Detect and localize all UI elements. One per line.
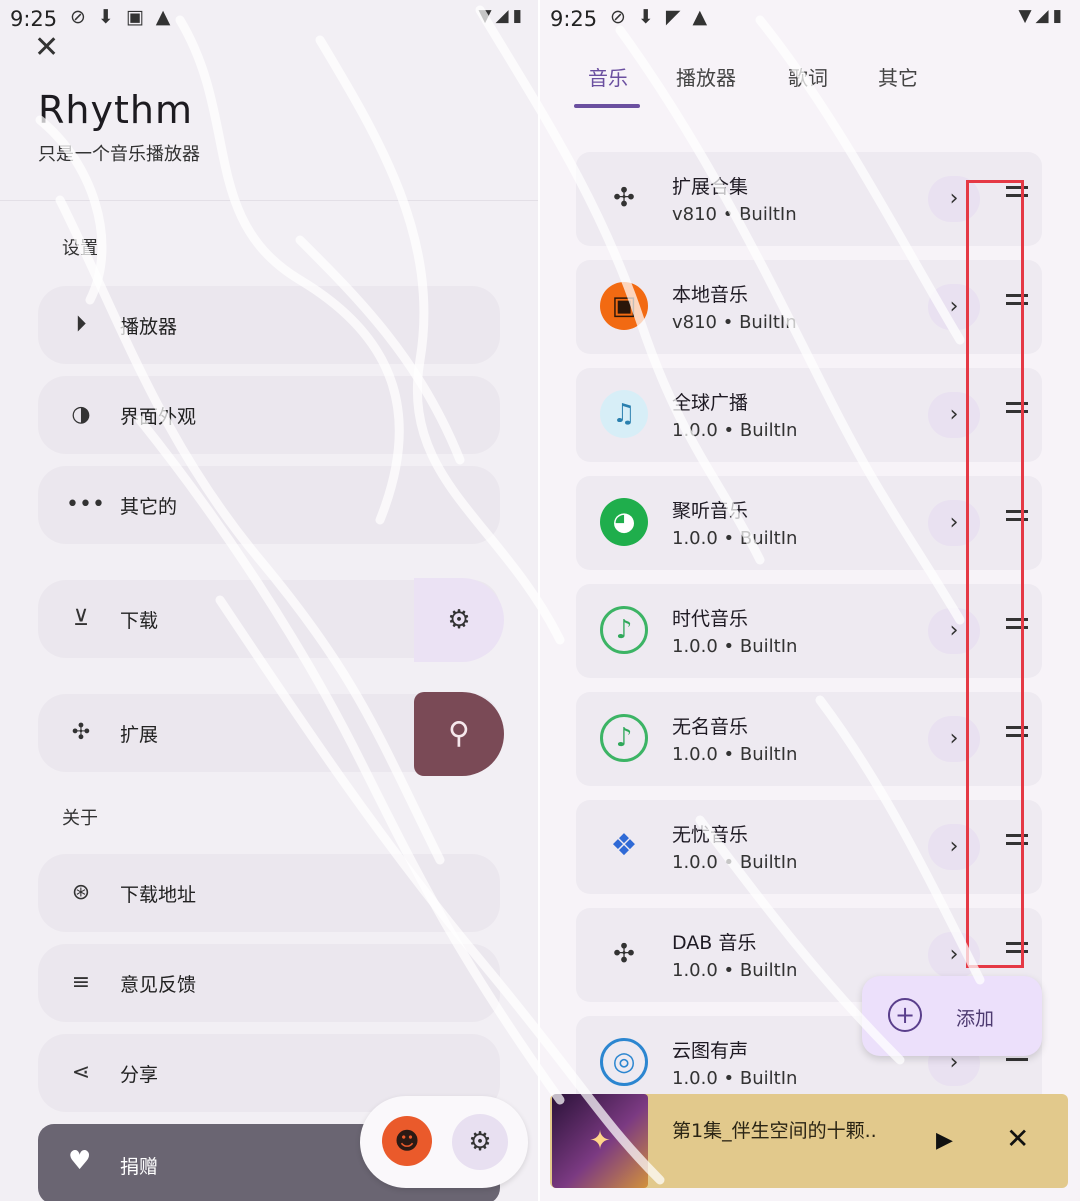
extension-name: DAB 音乐 <box>672 932 757 954</box>
play-icon[interactable]: ▶ <box>936 1128 953 1153</box>
music-note-circle-icon: ♪ <box>600 714 648 762</box>
extension-name: 聚听音乐 <box>672 500 749 522</box>
menu-item-appearance[interactable]: ◑ 界面外观 <box>38 376 500 454</box>
now-playing-title: 第1集_伴生空间的十颗.. <box>672 1120 877 1142</box>
download-circle-icon: ⊻ <box>72 606 90 631</box>
extension-search-icon[interactable]: ⚲ <box>414 692 504 776</box>
close-icon[interactable]: ✕ <box>1006 1122 1029 1155</box>
section-about: 关于 <box>62 808 98 829</box>
extension-meta: v810 • BuiltIn <box>672 312 797 333</box>
status-time: 9:25 <box>10 7 58 31</box>
extension-name: 扩展合集 <box>672 176 749 198</box>
extension-name: 云图有声 <box>672 1040 749 1062</box>
status-notification-icons: ⊘⬇◤▲ <box>610 6 720 28</box>
extensions-panel: 9:25 ⊘⬇◤▲ ▼◢▮ 音乐 播放器 歌词 其它 ✣ 扩展合集 v810 •… <box>540 0 1080 1201</box>
menu-item-label: 分享 <box>120 1064 159 1086</box>
puzzle-icon: ✣ <box>613 939 635 969</box>
play-circle-icon: ⏵ <box>75 312 87 337</box>
menu-item-label: 扩展 <box>120 724 159 746</box>
donate-label: 捐赠 <box>120 1156 159 1178</box>
tab-lyrics[interactable]: 歌词 <box>788 62 828 91</box>
puzzle-icon: ✣ <box>613 183 635 213</box>
drag-handles-highlight <box>966 180 1024 968</box>
listen-music-icon: ◕ <box>600 498 648 546</box>
extension-meta: v810 • BuiltIn <box>672 204 797 225</box>
app-title: Rhythm <box>38 88 193 132</box>
extension-meta: 1.0.0 • BuiltIn <box>672 960 798 981</box>
extension-meta: 1.0.0 • BuiltIn <box>672 420 798 441</box>
menu-item-label: 界面外观 <box>120 406 197 428</box>
feedback-edit-icon: ≡ <box>71 970 91 995</box>
extension-name: 本地音乐 <box>672 284 749 306</box>
status-system-icons: ▼◢▮ <box>1018 6 1066 26</box>
knot-icon: ❖ <box>610 828 638 863</box>
menu-item-label: 其它的 <box>120 496 178 518</box>
status-bar: 9:25 ⊘⬇▣▲ ▼◢▮ <box>0 0 540 38</box>
tab-music[interactable]: 音乐 <box>588 62 628 91</box>
menu-item-label: 下载地址 <box>120 884 197 906</box>
settings-drawer: 9:25 ⊘⬇▣▲ ▼◢▮ ✕ Rhythm 只是一个音乐播放器 设置 ⏵ 播放… <box>0 0 540 1201</box>
extension-meta: 1.0.0 • BuiltIn <box>672 528 798 549</box>
extension-name: 无名音乐 <box>672 716 749 738</box>
extension-meta: 1.0.0 • BuiltIn <box>672 744 798 765</box>
puzzle-icon: ✣ <box>71 720 91 745</box>
menu-item-label: 播放器 <box>120 316 178 338</box>
download-settings-gear-icon[interactable]: ⚙ <box>414 578 504 662</box>
add-extension-button[interactable]: + 添加 <box>862 976 1042 1056</box>
avatar[interactable]: ☻ <box>382 1116 432 1166</box>
heart-icon: ♥ <box>68 1146 92 1176</box>
settings-gear-icon[interactable]: ⚙ <box>452 1114 508 1170</box>
close-icon[interactable]: ✕ <box>34 30 59 65</box>
more-horizontal-icon: ••• <box>66 492 105 517</box>
status-system-icons: ▼◢▮ <box>478 6 526 26</box>
menu-item-player[interactable]: ⏵ 播放器 <box>38 286 500 364</box>
music-note-circle-icon: ♪ <box>600 606 648 654</box>
menu-item-other[interactable]: ••• 其它的 <box>38 466 500 544</box>
local-music-icon: ▣ <box>600 282 648 330</box>
menu-item-feedback[interactable]: ≡ 意见反馈 <box>38 944 500 1022</box>
status-notification-icons: ⊘⬇▣▲ <box>70 6 183 28</box>
menu-item-download-address[interactable]: ⊛ 下载地址 <box>38 854 500 932</box>
app-subtitle: 只是一个音乐播放器 <box>38 144 200 165</box>
album-cover: ✦ <box>552 1094 648 1188</box>
divider <box>0 200 540 201</box>
palette-icon: ◑ <box>71 402 91 427</box>
extension-name: 无忧音乐 <box>672 824 749 846</box>
extension-meta: 1.0.0 • BuiltIn <box>672 852 798 873</box>
mini-player[interactable]: ✦ 第1集_伴生空间的十颗.. ▶ ✕ <box>550 1094 1068 1188</box>
floating-actions: ☻ ⚙ <box>360 1096 528 1188</box>
globe-radio-icon: ♫ <box>600 390 648 438</box>
share-icon: ⋖ <box>71 1060 91 1085</box>
extension-name: 全球广播 <box>672 392 749 414</box>
section-settings: 设置 <box>62 238 98 259</box>
tab-player[interactable]: 播放器 <box>676 62 736 91</box>
status-time: 9:25 <box>550 7 598 31</box>
extension-name: 时代音乐 <box>672 608 749 630</box>
extension-meta: 1.0.0 • BuiltIn <box>672 1068 798 1089</box>
download-address-icon: ⊛ <box>71 880 91 905</box>
status-bar-right: 9:25 ⊘⬇◤▲ ▼◢▮ <box>540 0 1080 38</box>
tab-bar: 音乐 播放器 歌词 其它 <box>540 56 1080 109</box>
add-label: 添加 <box>956 1008 995 1030</box>
menu-item-label: 下载 <box>120 610 159 632</box>
cloud-audio-icon: ◎ <box>600 1038 648 1086</box>
extension-meta: 1.0.0 • BuiltIn <box>672 636 798 657</box>
tab-other[interactable]: 其它 <box>878 62 918 91</box>
plus-circle-icon: + <box>888 998 922 1032</box>
menu-item-label: 意见反馈 <box>120 974 197 996</box>
